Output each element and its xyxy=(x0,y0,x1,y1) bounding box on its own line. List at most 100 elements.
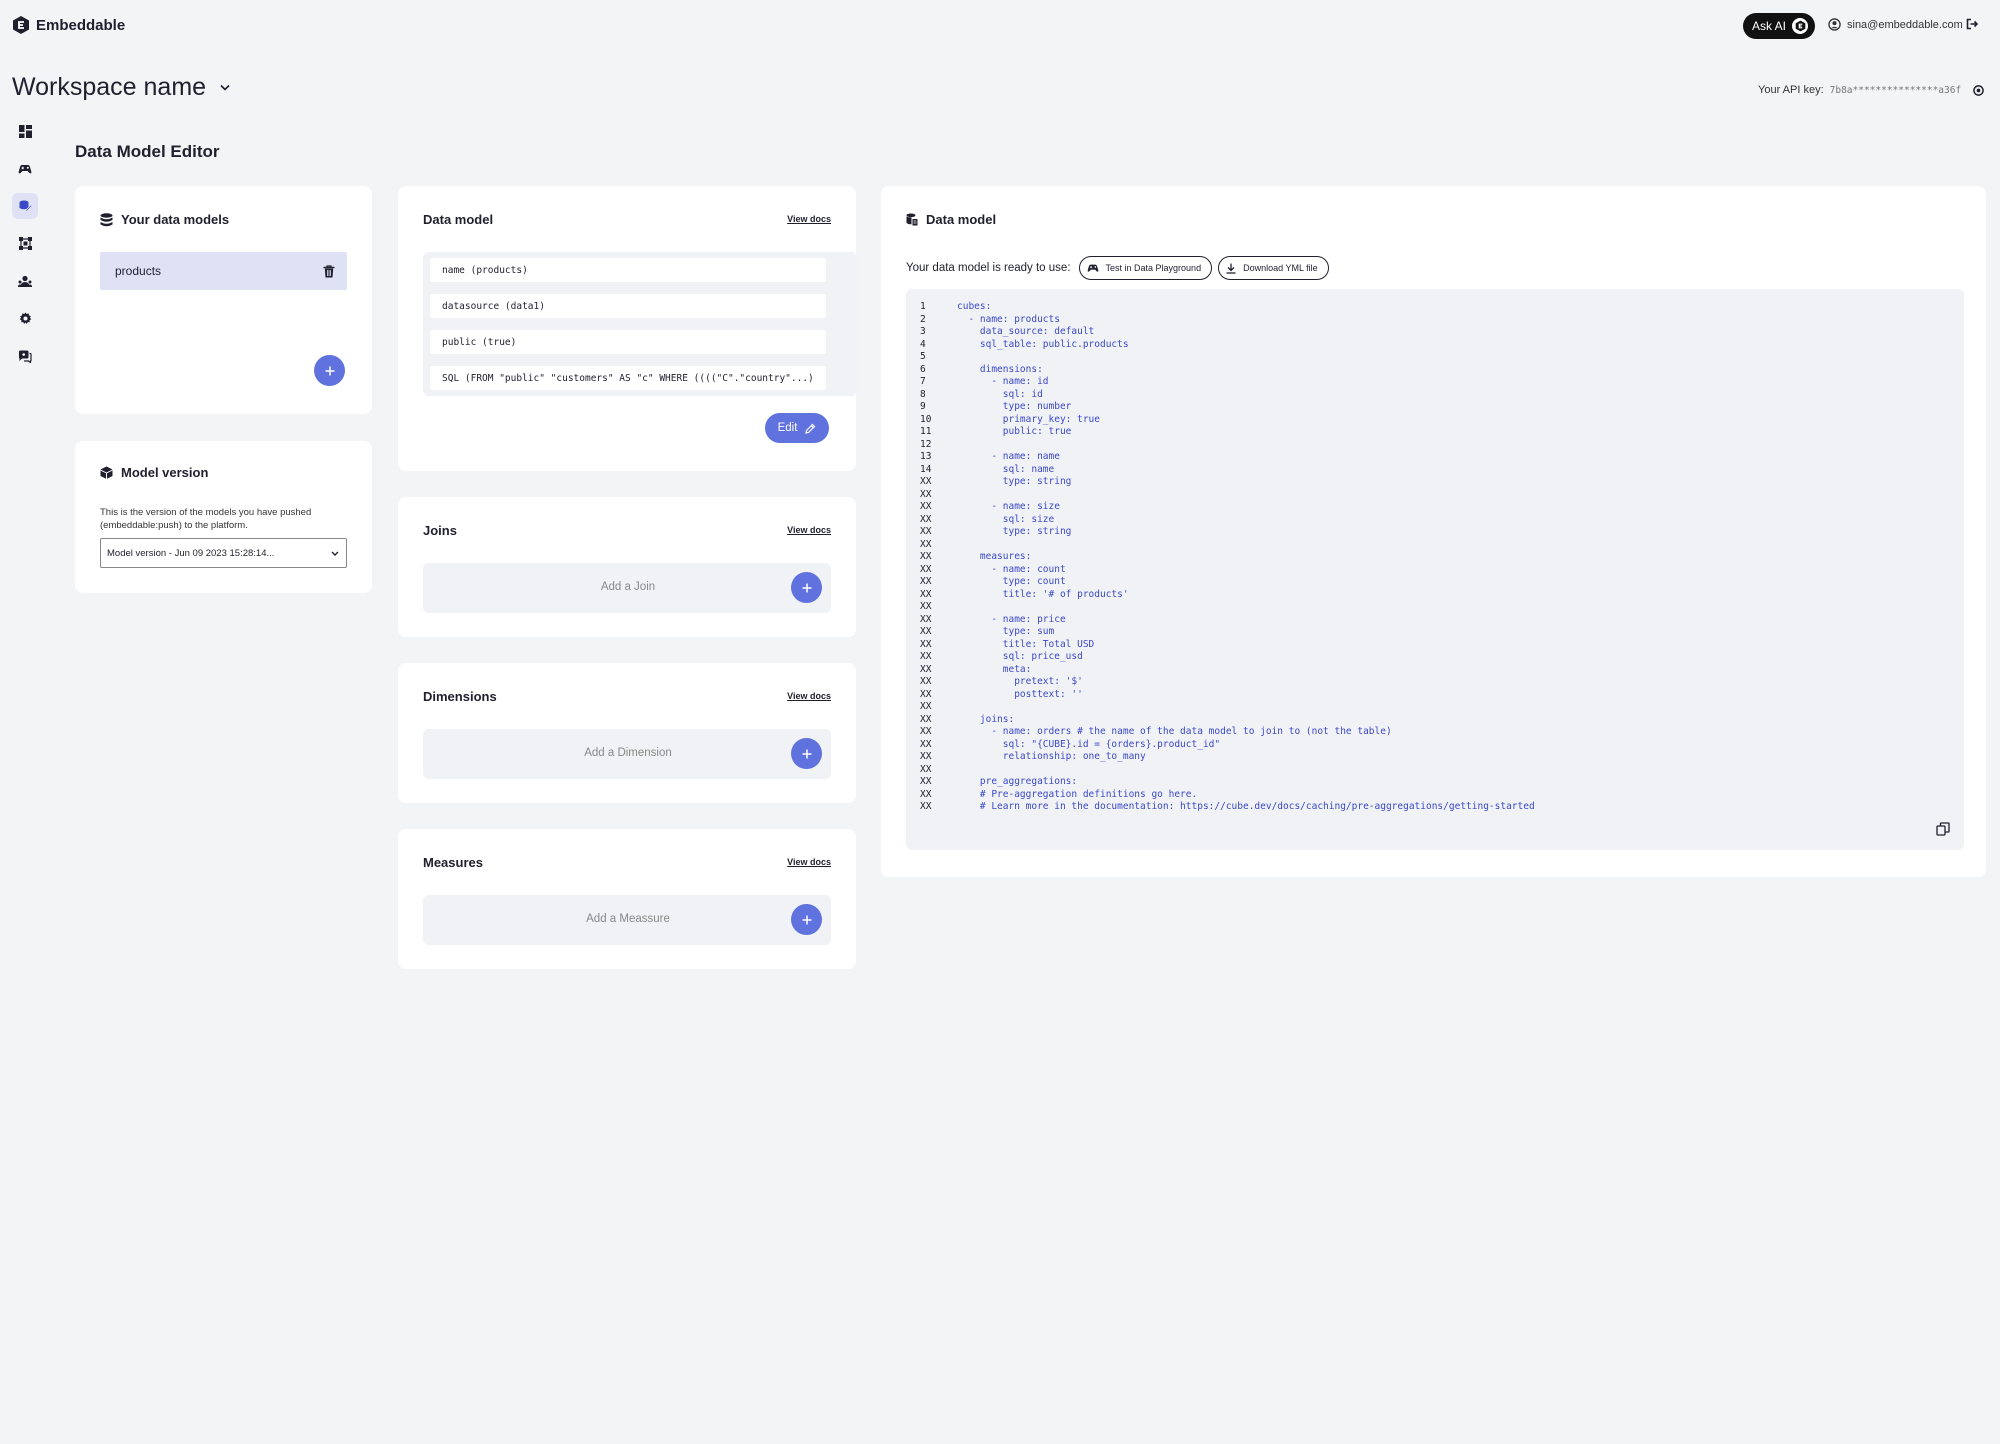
model-version-select[interactable]: Model version - Jun 09 2023 15:28:14... xyxy=(100,538,347,568)
add-measure-label: Add a Meassure xyxy=(586,913,670,925)
add-measure-button[interactable] xyxy=(791,904,822,935)
line-number: XX xyxy=(920,788,932,800)
sidebar-item-dashboards[interactable] xyxy=(12,118,38,144)
line-text: - name: count xyxy=(957,563,1066,575)
download-yml-button[interactable]: Download YML file xyxy=(1218,256,1329,280)
code-line: XX - name: count xyxy=(920,564,1535,577)
line-number: XX xyxy=(920,651,932,662)
chevron-down-icon xyxy=(220,84,230,91)
line-text: - name: name xyxy=(957,451,1060,462)
line-number: XX xyxy=(920,751,932,762)
sidebar-item-data-models[interactable] xyxy=(12,193,38,219)
line-number: XX xyxy=(920,763,932,775)
add-data-model-button[interactable] xyxy=(314,355,345,386)
logout-icon[interactable] xyxy=(1966,17,1979,35)
add-join-row[interactable]: Add a Join xyxy=(423,563,831,613)
ready-text: Your data model is ready to use: xyxy=(906,262,1071,274)
card-title-text: Data model xyxy=(926,212,997,227)
view-docs-link[interactable]: View docs xyxy=(787,525,831,535)
yaml-code-block[interactable]: 1 cubes: 2 - name: products 3 data_source: … xyxy=(906,289,1964,850)
line-text: title: '# of products' xyxy=(957,588,1129,600)
sidebar-item-help[interactable] xyxy=(12,343,38,369)
page-title: Data Model Editor xyxy=(75,142,220,161)
line-number: 5 xyxy=(920,351,926,362)
code-line: 2 - name: products xyxy=(920,314,1535,327)
line-number: XX xyxy=(920,501,932,512)
test-in-playground-button[interactable]: Test in Data Playground xyxy=(1078,256,1213,280)
add-measure-row[interactable]: Add a Meassure xyxy=(423,895,831,945)
game-controller-icon xyxy=(1087,264,1098,272)
add-dimension-button[interactable] xyxy=(791,738,822,769)
api-key-display: Your API key: 7b8a***************a36f xyxy=(1758,84,1985,96)
line-number: 4 xyxy=(920,338,926,350)
code-line: XX # Pre-aggregation definitions go here… xyxy=(920,789,1535,802)
code-line: 4 sql_table: public.products xyxy=(920,339,1535,352)
line-text: - name: orders # the name of the data mo… xyxy=(957,726,1392,737)
components-icon xyxy=(18,237,32,250)
line-text: sql: price_usd xyxy=(957,651,1083,662)
copy-icon[interactable] xyxy=(1936,822,1950,841)
user-menu[interactable]: sina@embeddable.com xyxy=(1828,18,1963,31)
view-docs-link[interactable]: View docs xyxy=(787,214,831,224)
edit-button[interactable]: Edit xyxy=(765,413,829,443)
line-number: XX xyxy=(920,526,932,537)
yaml-panel-header: Data model xyxy=(906,212,996,227)
line-text: joins: xyxy=(957,713,1015,725)
line-number: 10 xyxy=(920,413,932,425)
view-docs-link[interactable]: View docs xyxy=(787,857,831,867)
code-line: 12 xyxy=(920,439,1535,452)
card-title-text: Your data models xyxy=(121,212,230,227)
data-model-header: Data model xyxy=(423,212,494,227)
ask-ai-label: Ask AI xyxy=(1752,19,1787,33)
code-line: 11 public: true xyxy=(920,426,1535,439)
ask-ai-button[interactable]: Ask AI xyxy=(1743,13,1815,39)
code-line: XX sql: "{CUBE}.id = {orders}.product_id… xyxy=(920,739,1535,752)
line-number: XX xyxy=(920,513,932,525)
line-text: title: Total USD xyxy=(957,638,1095,650)
model-version-header: Model version xyxy=(100,465,208,480)
data-model-item[interactable]: products xyxy=(100,252,347,290)
brand-logo[interactable]: Embeddable xyxy=(12,15,125,35)
line-text: sql: "{CUBE}.id = {orders}.product_id" xyxy=(957,738,1221,750)
code-line: XX xyxy=(920,489,1535,502)
line-number: XX xyxy=(920,663,932,675)
line-number: XX xyxy=(920,613,932,625)
sidebar-item-components[interactable] xyxy=(12,231,38,257)
line-number: XX xyxy=(920,588,932,600)
code-line: XX relationship: one_to_many xyxy=(920,751,1535,764)
add-dimension-row[interactable]: Add a Dimension xyxy=(423,729,831,779)
model-version-description: This is the version of the models you ha… xyxy=(100,507,312,531)
download-button-label: Download YML file xyxy=(1243,263,1318,273)
sidebar-item-playground[interactable] xyxy=(12,156,38,182)
dashboard-icon xyxy=(18,124,32,138)
data-model-card: Data model View docs name (products) dat… xyxy=(398,186,857,471)
line-number: 3 xyxy=(920,326,926,337)
code-line: XX pretext: '$' xyxy=(920,676,1535,689)
ready-row: Your data model is ready to use: Test in… xyxy=(906,256,1329,280)
line-text: meta: xyxy=(957,663,1032,675)
data-model-icon xyxy=(19,200,32,212)
line-text: type: count xyxy=(957,576,1066,587)
line-number: 11 xyxy=(920,426,932,437)
add-dimension-label: Add a Dimension xyxy=(584,747,672,759)
trash-icon[interactable] xyxy=(323,264,335,278)
add-join-button[interactable] xyxy=(791,572,822,603)
line-text: type: string xyxy=(957,526,1072,537)
code-line: XX xyxy=(920,601,1535,614)
plus-icon xyxy=(802,749,811,758)
code-line: 9 type: number xyxy=(920,401,1535,414)
workspace-selector[interactable]: Workspace name xyxy=(12,73,230,102)
sidebar-item-team[interactable] xyxy=(12,268,38,294)
view-docs-link[interactable]: View docs xyxy=(787,691,831,701)
code-line: XX type: sum xyxy=(920,626,1535,639)
eye-icon[interactable] xyxy=(1973,84,1985,96)
line-text: dimensions: xyxy=(957,363,1043,375)
code-line: XX meta: xyxy=(920,664,1535,677)
line-number: XX xyxy=(920,701,932,712)
data-model-file-icon xyxy=(906,213,918,226)
code-line: 5 xyxy=(920,351,1535,364)
api-key-value: 7b8a***************a36f xyxy=(1829,84,1962,96)
sidebar-item-settings[interactable] xyxy=(12,306,38,332)
line-number: 2 xyxy=(920,313,926,325)
line-number: XX xyxy=(920,576,932,587)
